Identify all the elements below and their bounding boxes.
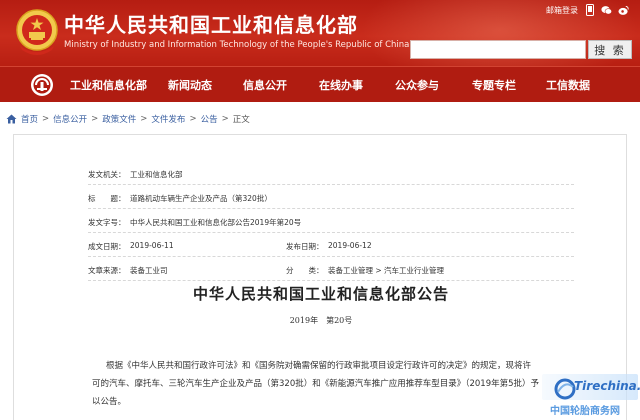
- meta-source-label: 文章来源：: [88, 266, 126, 275]
- watermark-caption: 中国轮胎商务网: [550, 406, 620, 417]
- mobile-icon[interactable]: [584, 4, 595, 16]
- wechat-icon[interactable]: [601, 4, 612, 16]
- meta-subject-value: 道路机动车辆生产企业及产品（第320批）: [130, 194, 272, 203]
- watermark-logo-text: Tirechina.net: [574, 379, 640, 393]
- breadcrumb-info-disclosure[interactable]: 信息公开: [53, 113, 87, 125]
- meta-category-label: 分 类：: [286, 266, 324, 275]
- breadcrumb-separator: >: [221, 114, 229, 124]
- meta-category-value: 装备工业管理 > 汽车工业行业管理: [328, 266, 445, 275]
- article-body-line: 可的汽车、摩托车、三轮汽车生产企业及产品（第320批）和《新能源汽车推广应用推荐…: [92, 379, 540, 389]
- breadcrumb-doc-release[interactable]: 文件发布: [151, 113, 185, 125]
- top-links: 邮箱登录: [546, 3, 629, 17]
- breadcrumb-announcements[interactable]: 公告: [201, 113, 218, 125]
- tire-swirl-icon: [554, 378, 576, 400]
- nav-item-data[interactable]: 工信数据: [546, 77, 590, 93]
- meta-row-doc-number: 发文字号： 中华人民共和国工业和信息化部公告2019年第20号: [88, 209, 574, 233]
- watermark: Tirechina.net 中国轮胎商务网: [534, 372, 640, 418]
- meta-written-date-label: 成文日期：: [88, 242, 126, 251]
- watermark-logo: Tirechina.net: [542, 374, 640, 400]
- meta-row-issuer: 发文机关： 工业和信息化部: [88, 161, 574, 185]
- breadcrumb-current: 正文: [232, 115, 250, 125]
- article-title: 中华人民共和国工业和信息化部公告: [192, 285, 449, 303]
- meta-issuer-label: 发文机关：: [88, 170, 126, 179]
- meta-source-value: 装备工业司: [130, 266, 168, 275]
- national-emblem-icon[interactable]: [14, 8, 60, 56]
- home-icon: [6, 114, 17, 124]
- meta-published-date-label: 发布日期：: [286, 242, 324, 251]
- document-meta-table: 发文机关： 工业和信息化部 标 题： 道路机动车辆生产企业及产品（第320批） …: [88, 161, 574, 281]
- breadcrumb-separator: >: [189, 114, 197, 124]
- breadcrumb-separator: >: [91, 114, 99, 124]
- search-input[interactable]: [410, 40, 586, 59]
- breadcrumb: 首页 > 信息公开 > 政策文件 > 文件发布 > 公告 > 正文: [0, 102, 640, 132]
- nav-item-special-topics[interactable]: 专题专栏: [472, 77, 516, 93]
- meta-doc-number-label: 发文字号：: [88, 218, 126, 227]
- breadcrumb-policy-docs[interactable]: 政策文件: [102, 113, 136, 125]
- email-login-link[interactable]: 邮箱登录: [546, 5, 578, 16]
- article-body: 根据《中华人民共和国行政许可法》和《国务院对确需保留的行政审批项目设定行政许可的…: [92, 357, 594, 411]
- site-header: 中华人民共和国工业和信息化部 Ministry of Industry and …: [0, 0, 640, 66]
- article-body-line: 以公告。: [92, 397, 127, 407]
- meta-subject-label: 标 题：: [88, 194, 126, 203]
- meta-issuer-value: 工业和信息化部: [130, 170, 183, 179]
- meta-doc-number-value: 中华人民共和国工业和信息化部公告2019年第20号: [130, 218, 302, 227]
- site-title: 中华人民共和国工业和信息化部: [64, 13, 358, 37]
- nav-item-online-services[interactable]: 在线办事: [319, 77, 363, 93]
- meta-published-date-value: 2019-06-12: [328, 241, 372, 250]
- article-number: 2019年 第20号: [289, 316, 353, 325]
- article-body-line: 根据《中华人民共和国行政许可法》和《国务院对确需保留的行政审批项目设定行政许可的…: [106, 361, 532, 371]
- breadcrumb-separator: >: [42, 114, 50, 124]
- site-subtitle: Ministry of Industry and Information Tec…: [64, 40, 410, 50]
- meta-written-date-value: 2019-06-11: [130, 241, 174, 250]
- nav-item-ministry[interactable]: 工业和信息化部: [70, 77, 147, 93]
- ministry-logo-icon[interactable]: [30, 73, 54, 97]
- nav-item-info-disclosure[interactable]: 信息公开: [243, 77, 287, 93]
- search-button[interactable]: 搜 索: [588, 40, 632, 59]
- weibo-icon[interactable]: [618, 4, 629, 16]
- breadcrumb-trail: 首页 > 信息公开 > 政策文件 > 文件发布 > 公告 > 正文: [6, 113, 250, 125]
- meta-row-dates: 成文日期： 2019-06-11 发布日期： 2019-06-12: [88, 233, 574, 257]
- breadcrumb-home[interactable]: 首页: [21, 113, 38, 125]
- meta-row-subject: 标 题： 道路机动车辆生产企业及产品（第320批）: [88, 185, 574, 209]
- main-nav: 工业和信息化部 新闻动态 信息公开 在线办事 公众参与 专题专栏 工信数据: [0, 66, 640, 102]
- nav-item-public-participation[interactable]: 公众参与: [395, 77, 439, 93]
- meta-row-source: 文章来源： 装备工业司 分 类： 装备工业管理 > 汽车工业行业管理: [88, 257, 574, 281]
- breadcrumb-separator: >: [140, 114, 148, 124]
- nav-item-news[interactable]: 新闻动态: [168, 77, 212, 93]
